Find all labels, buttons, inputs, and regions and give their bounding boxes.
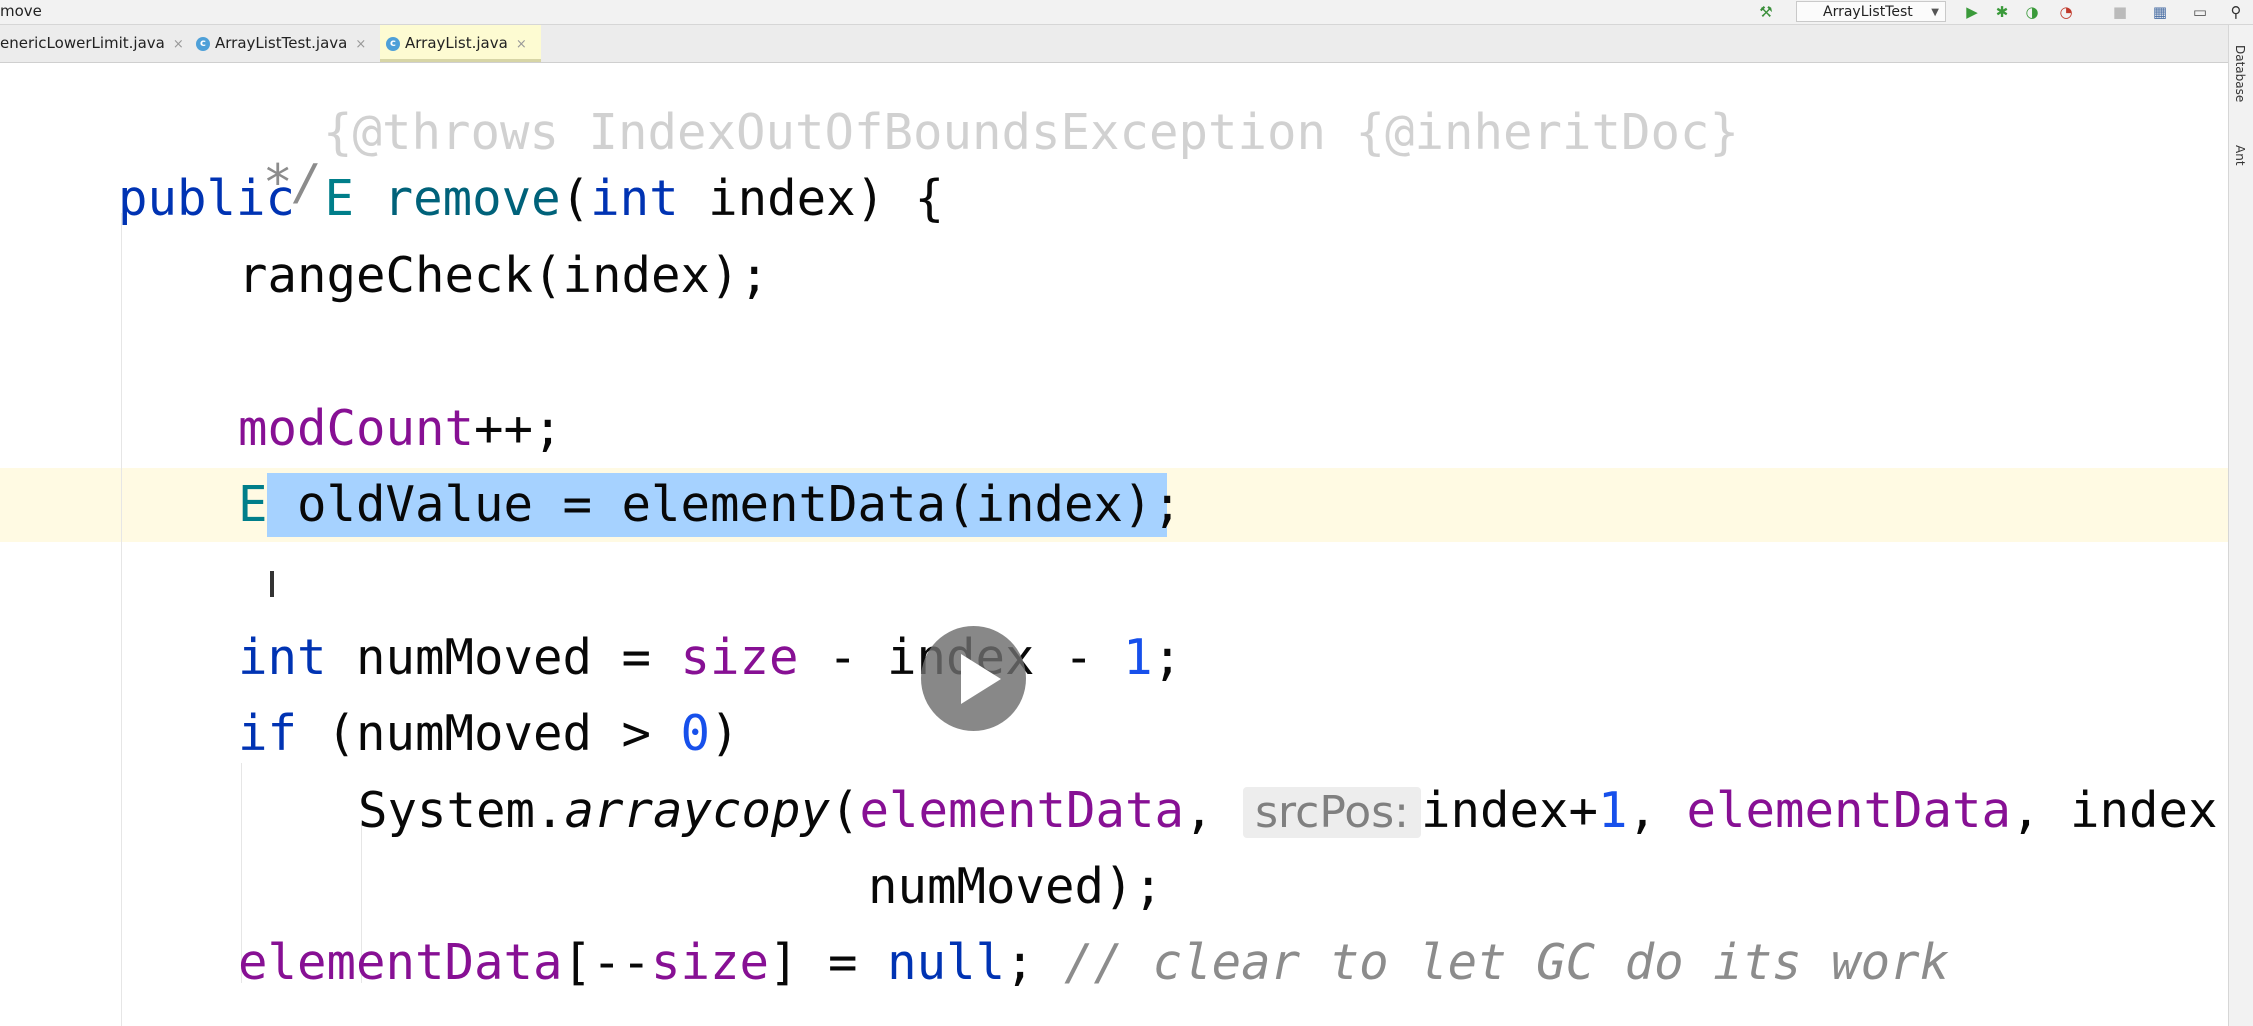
ant-panel-tab[interactable]: Ant (2233, 145, 2247, 166)
code-text: numMoved); (868, 858, 1164, 915)
code-line: modCount++; (238, 399, 563, 459)
play-icon[interactable] (921, 626, 1026, 731)
code-text: , (1184, 782, 1244, 839)
navigation-path[interactable]: move (0, 2, 42, 20)
doc-comment-text: {@throws IndexOutOfBoundsException {@inh… (323, 104, 1740, 161)
text-cursor (270, 571, 274, 597)
code-line: elementData[--size] = null; // clear to … (238, 933, 1949, 993)
code-line: public E remove(int index) { (118, 169, 944, 229)
run-icon[interactable]: ▶ (1962, 2, 1982, 22)
static-method: arraycopy (564, 782, 831, 839)
run-configuration-select[interactable]: ArrayListTest ▼ (1796, 1, 1946, 22)
database-panel-tab[interactable]: Database (2233, 45, 2247, 102)
run-configuration-label: ArrayListTest (1823, 4, 1913, 20)
code-line: System.arraycopy(elementData, srcPos: ind… (358, 781, 2218, 841)
keyword: null (887, 934, 1006, 991)
tab-label: enericLowerLimit.java (0, 34, 165, 52)
debug-icon[interactable]: ✱ (1992, 2, 2012, 22)
window-icon[interactable]: ▭ (2190, 2, 2210, 22)
tab-label: ArrayListTest.java (215, 34, 348, 52)
paren: ( (560, 170, 591, 227)
hammer-icon[interactable]: ⚒ (1756, 2, 1776, 22)
line-comment: // clear to let GC do its work (1064, 934, 1950, 991)
top-toolbar: move ⚒ ArrayListTest ▼ ▶ ✱ ◑ ◔ ■ ▦ ▭ ⚲ (0, 0, 2253, 25)
code-text: , index (2011, 782, 2218, 839)
code-text: ] = (769, 934, 888, 991)
code-line: E oldValue = elementData(index); (238, 475, 1182, 535)
method-name: remove (383, 170, 561, 227)
chevron-down-icon: ▼ (1931, 7, 1939, 18)
code-text: (numMoved > (297, 705, 681, 762)
code-line: rangeCheck(index); (238, 246, 769, 306)
code-text: , (1627, 782, 1687, 839)
code-text: ; (1152, 476, 1183, 533)
code-line: int numMoved = size - index - 1; (238, 628, 1182, 688)
close-icon[interactable]: × (516, 37, 527, 52)
code-line: {@throws IndexOutOfBoundsException {@inh… (205, 63, 1739, 161)
field: elementData (859, 782, 1185, 839)
code-text: ) (710, 705, 740, 762)
field: size (680, 629, 799, 686)
class-icon: c (196, 36, 210, 51)
code-text: System. (358, 782, 565, 839)
close-icon[interactable]: × (173, 37, 184, 52)
stop-icon[interactable]: ■ (2110, 2, 2130, 22)
keyword: int (590, 170, 679, 227)
code-text: ++; (474, 400, 563, 457)
keyword: public (118, 170, 296, 227)
profile-icon[interactable]: ◔ (2056, 2, 2076, 22)
type-parameter: E (324, 170, 355, 227)
field: modCount (238, 400, 475, 457)
right-tool-strip: Database Ant (2228, 25, 2253, 1026)
indent-guide (121, 213, 122, 1026)
code-text: rangeCheck(index); (238, 247, 770, 304)
code-line: if (numMoved > 0) (238, 704, 740, 764)
tab-arraylist[interactable]: c ArrayList.java × (380, 25, 541, 62)
selected-code: oldValue = elementData(index) (267, 476, 1153, 533)
tab-generic-lower-limit[interactable]: enericLowerLimit.java × (0, 25, 184, 62)
close-icon[interactable]: × (355, 37, 366, 52)
code-line: numMoved); (868, 857, 1163, 917)
code-text: ( (830, 782, 860, 839)
code-text: numMoved = (326, 629, 681, 686)
code-editor[interactable]: {@throws IndexOutOfBoundsException {@inh… (0, 63, 2228, 1026)
project-structure-icon[interactable]: ▦ (2150, 2, 2170, 22)
number: 1 (1123, 629, 1153, 686)
code-text: ; (1152, 629, 1183, 686)
search-icon[interactable]: ⚲ (2226, 2, 2246, 22)
tab-label: ArrayList.java (405, 34, 508, 52)
code-text: index) { (678, 170, 945, 227)
keyword: int (238, 629, 327, 686)
code-line: */ (145, 93, 322, 211)
field: elementData (238, 934, 563, 991)
number: 1 (1597, 782, 1628, 839)
code-text: index+ (1420, 782, 1598, 839)
class-icon: c (386, 36, 400, 51)
parameter-hint: srcPos: (1243, 787, 1421, 838)
number: 0 (680, 705, 711, 762)
code-text: ; (1005, 934, 1065, 991)
field: size (651, 934, 770, 991)
keyword: if (238, 705, 298, 762)
tab-arraylisttest[interactable]: c ArrayListTest.java × (196, 25, 366, 62)
type-parameter: E (238, 476, 268, 533)
editor-tab-bar: enericLowerLimit.java × c ArrayListTest.ja… (0, 25, 2253, 63)
field: elementData (1686, 782, 2012, 839)
coverage-icon[interactable]: ◑ (2022, 2, 2042, 22)
code-text: [-- (562, 934, 652, 991)
